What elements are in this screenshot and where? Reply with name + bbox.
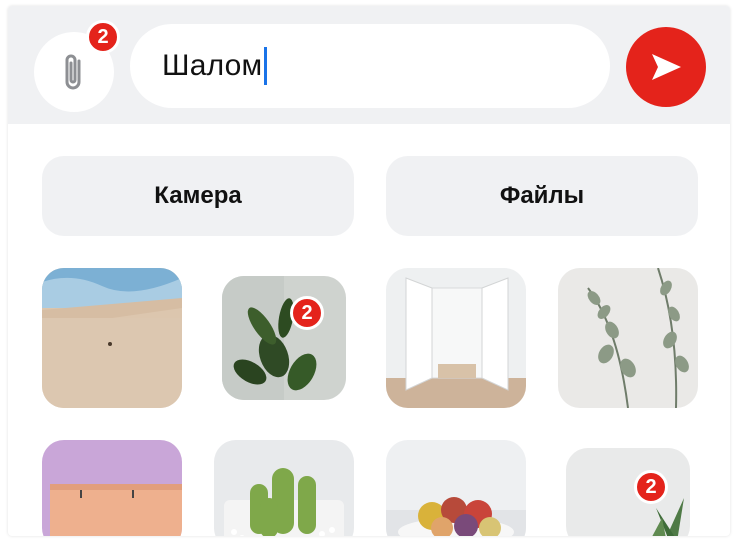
attachment-panel: 2 Шалом Камера Файлы 2 2 <box>8 6 730 536</box>
text-caret <box>264 47 268 85</box>
gallery-item-desert[interactable] <box>42 268 182 408</box>
selection-badge: 2 <box>290 296 324 330</box>
gallery-item-doors[interactable] <box>386 268 526 408</box>
aloe-image <box>566 448 690 536</box>
message-composer: 2 Шалом <box>8 6 730 124</box>
doors-image <box>386 268 526 408</box>
fruit-bowl-image <box>386 440 526 536</box>
cactus-image <box>214 440 354 536</box>
pink-building-image <box>42 440 182 536</box>
gallery-item-cactus[interactable] <box>214 440 354 536</box>
desert-image <box>42 268 182 408</box>
camera-button[interactable]: Камера <box>42 156 354 236</box>
gallery-item-fruit-bowl[interactable] <box>386 440 526 536</box>
eucalyptus-image <box>558 268 698 408</box>
paperclip-icon <box>65 54 81 90</box>
message-text: Шалом <box>162 49 263 82</box>
gallery-item-pink-building[interactable] <box>42 440 182 536</box>
message-input[interactable]: Шалом <box>130 24 610 108</box>
gallery-item-plant[interactable] <box>222 276 346 400</box>
send-button[interactable] <box>626 27 706 107</box>
attachment-count-badge: 2 <box>86 20 120 54</box>
send-arrow-icon <box>652 54 681 80</box>
gallery-item-eucalyptus[interactable] <box>558 268 698 408</box>
plant-image <box>222 276 346 400</box>
files-button[interactable]: Файлы <box>386 156 698 236</box>
gallery-item-aloe[interactable] <box>566 448 690 536</box>
selection-badge: 2 <box>634 470 668 504</box>
